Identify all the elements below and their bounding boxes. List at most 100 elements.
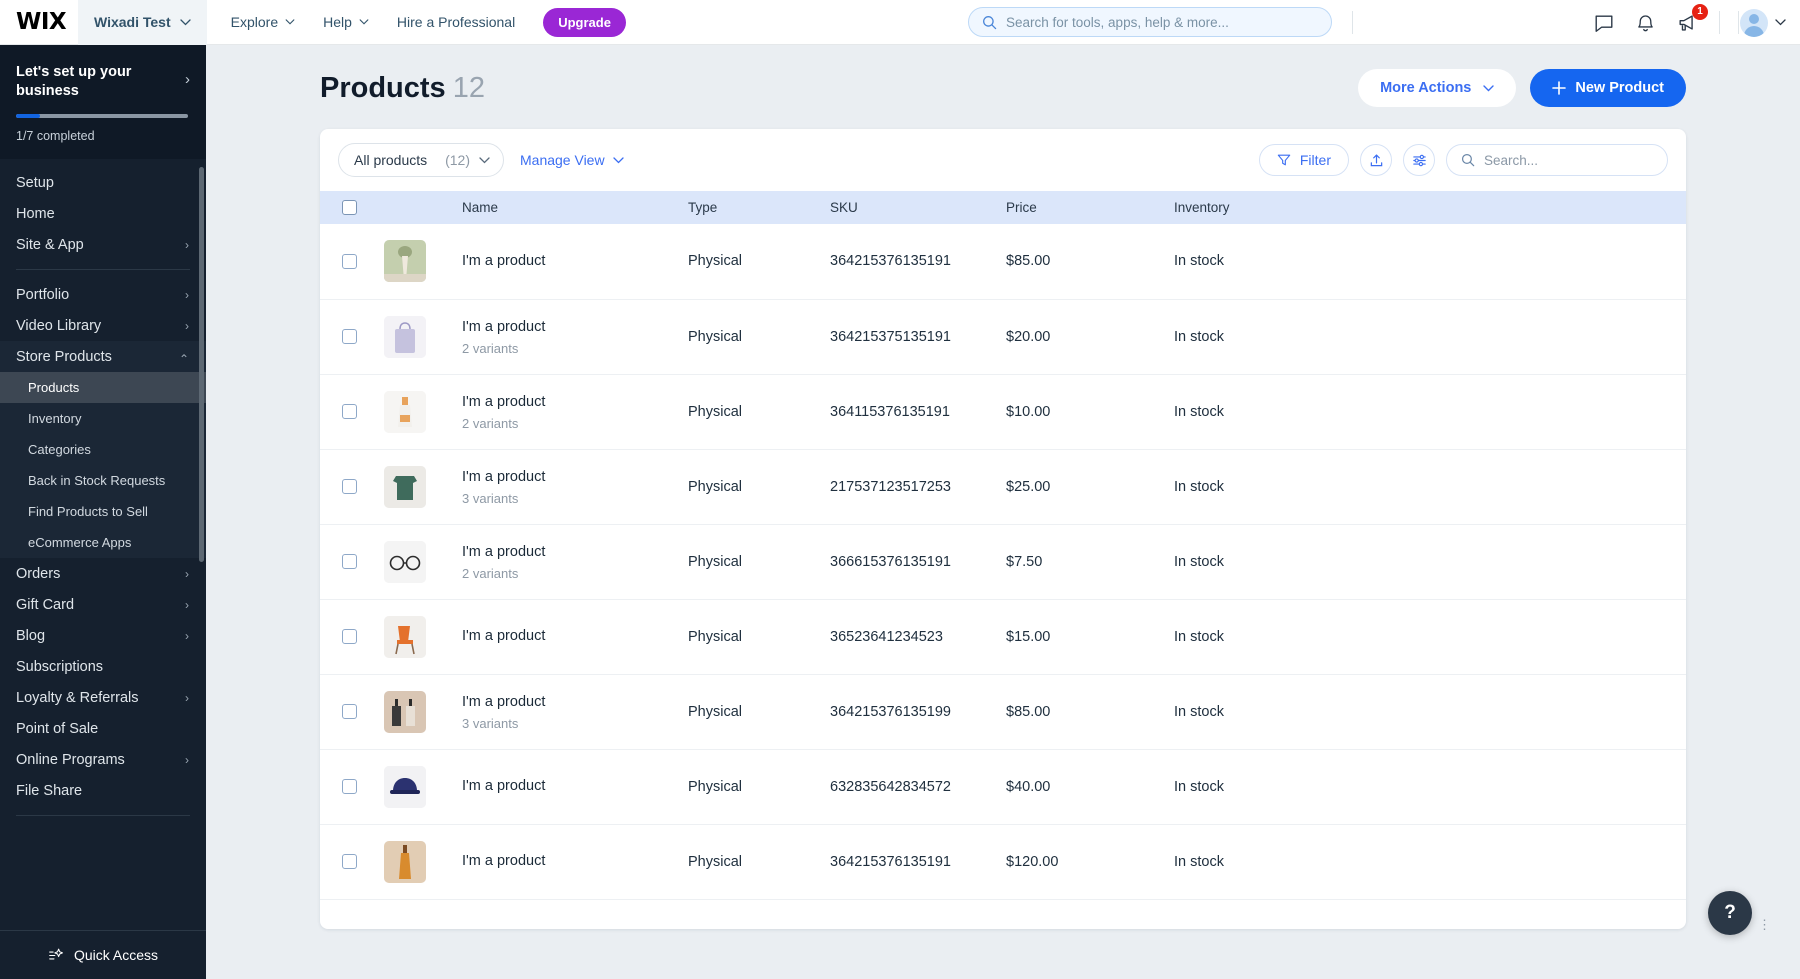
table-search[interactable] [1446,144,1668,176]
column-header-type[interactable]: Type [688,191,830,224]
select-all-checkbox[interactable] [342,200,357,215]
sidebar-item-gift-card[interactable]: Gift Card› [0,589,206,620]
chat-button[interactable] [1593,12,1615,34]
quick-access-star-icon [48,947,65,964]
sidebar-item-setup[interactable]: Setup [0,167,206,198]
table-row[interactable]: I'm a productPhysical364215376135191$85.… [320,224,1686,299]
topnav-label-help: Help [323,14,352,30]
row-checkbox[interactable] [342,779,357,794]
quick-access-button[interactable]: Quick Access [0,930,206,979]
global-search-input[interactable] [1006,15,1316,30]
table-row[interactable]: I'm a productPhysical364215376135191$120… [320,824,1686,899]
announcements-button[interactable]: 1 [1676,12,1699,34]
export-button[interactable] [1360,144,1392,176]
chat-bubble-icon [1593,12,1615,34]
table-row[interactable]: I'm a productPhysical36523641234523$15.0… [320,599,1686,674]
product-thumbnail [384,391,426,433]
product-variants: 3 variants [462,491,688,506]
table-row[interactable]: I'm a product3 variantsPhysical364215376… [320,674,1686,749]
row-checkbox[interactable] [342,629,357,644]
product-name-cell[interactable]: I'm a product2 variants [462,524,688,599]
site-selector[interactable]: Wixadi Test [78,0,207,45]
sidebar-item-inventory[interactable]: Inventory [0,403,206,434]
page-header-actions: More Actions New Product [1358,69,1686,107]
column-header-name[interactable]: Name [462,191,688,224]
table-row[interactable]: I'm a productPhysical632835642834572$40.… [320,749,1686,824]
row-checkbox[interactable] [342,329,357,344]
table-settings-button[interactable] [1403,144,1435,176]
sidebar-item-site-app[interactable]: Site & App› [0,229,206,260]
sidebar-item-subscriptions[interactable]: Subscriptions [0,651,206,682]
product-price-cell: $10.00 [1006,374,1174,449]
sidebar-item-online-programs[interactable]: Online Programs› [0,744,206,775]
sidebar-item-home[interactable]: Home [0,198,206,229]
column-header-inventory[interactable]: Inventory [1174,191,1686,224]
product-name-cell[interactable]: I'm a product [462,599,688,674]
manage-view-label: Manage View [520,152,605,168]
topnav-item-explore[interactable]: Explore [217,0,309,45]
upgrade-button[interactable]: Upgrade [543,8,626,37]
sidebar-item-video-library[interactable]: Video Library› [0,310,206,341]
product-name: I'm a product [462,543,688,562]
product-name-cell[interactable]: I'm a product2 variants [462,299,688,374]
product-type-cell: Physical [688,674,830,749]
sidebar-item-point-of-sale[interactable]: Point of Sale [0,713,206,744]
product-name-cell[interactable]: I'm a product2 variants [462,374,688,449]
product-thumbnail-cell [384,299,462,374]
notifications-button[interactable] [1635,12,1656,34]
sidebar-item-find-products-to-sell[interactable]: Find Products to Sell [0,496,206,527]
row-checkbox[interactable] [342,479,357,494]
topnav-item-hire-a-professional[interactable]: Hire a Professional [383,0,529,45]
chevron-down-icon [285,19,295,25]
column-header-price[interactable]: Price [1006,191,1174,224]
product-sku-cell: 217537123517253 [830,449,1006,524]
row-checkbox[interactable] [342,404,357,419]
help-more-options[interactable]: ⋮ [1758,923,1771,927]
chevron-right-icon[interactable]: › [185,71,190,88]
table-row[interactable]: I'm a product2 variantsPhysical364215375… [320,299,1686,374]
setup-progress-card[interactable]: Let's set up your business › 1/7 complet… [0,45,206,159]
table-row[interactable]: I'm a product2 variantsPhysical364115376… [320,374,1686,449]
new-product-button[interactable]: New Product [1530,69,1686,107]
column-header-sku[interactable]: SKU [830,191,1006,224]
sidebar-item-portfolio[interactable]: Portfolio› [0,279,206,310]
sidebar-item-file-share[interactable]: File Share [0,775,206,806]
row-checkbox[interactable] [342,254,357,269]
sidebar-item-blog[interactable]: Blog› [0,620,206,651]
view-select[interactable]: All products (12) [338,143,504,177]
sidebar-item-store-products[interactable]: Store Products⌃ [0,341,206,372]
sidebar-item-categories[interactable]: Categories [0,434,206,465]
sidebar-item-back-in-stock-requests[interactable]: Back in Stock Requests [0,465,206,496]
sidebar-scrollbar[interactable] [199,167,204,562]
row-checkbox[interactable] [342,554,357,569]
account-menu[interactable] [1740,9,1786,37]
table-search-input[interactable] [1484,153,1649,168]
product-name-cell[interactable]: I'm a product3 variants [462,449,688,524]
row-checkbox[interactable] [342,854,357,869]
table-row[interactable]: I'm a product2 variantsPhysical366615376… [320,524,1686,599]
product-price-cell: $120.00 [1006,824,1174,899]
more-actions-button[interactable]: More Actions [1358,69,1516,107]
sidebar-item-loyalty-referrals[interactable]: Loyalty & Referrals› [0,682,206,713]
sidebar-item-label: Home [16,206,55,222]
product-thumbnail [384,766,426,808]
wix-logo[interactable]: WIX [16,9,78,35]
product-name-cell[interactable]: I'm a product [462,749,688,824]
global-search[interactable] [968,7,1332,37]
site-name-label: Wixadi Test [94,14,171,30]
product-thumbnail-cell [384,674,462,749]
manage-view-button[interactable]: Manage View [520,152,624,168]
sidebar-item-ecommerce-apps[interactable]: eCommerce Apps [0,527,206,558]
product-name-cell[interactable]: I'm a product [462,224,688,299]
product-name-cell[interactable]: I'm a product3 variants [462,674,688,749]
sidebar-item-orders[interactable]: Orders› [0,558,206,589]
table-row[interactable]: I'm a product3 variantsPhysical217537123… [320,449,1686,524]
product-type-cell: Physical [688,824,830,899]
sidebar-item-label: Point of Sale [16,721,98,737]
product-name-cell[interactable]: I'm a product [462,824,688,899]
row-checkbox[interactable] [342,704,357,719]
filter-button[interactable]: Filter [1259,144,1349,176]
sidebar-item-products[interactable]: Products [0,372,206,403]
topnav-item-help[interactable]: Help [309,0,383,45]
help-button[interactable]: ? [1708,891,1752,935]
